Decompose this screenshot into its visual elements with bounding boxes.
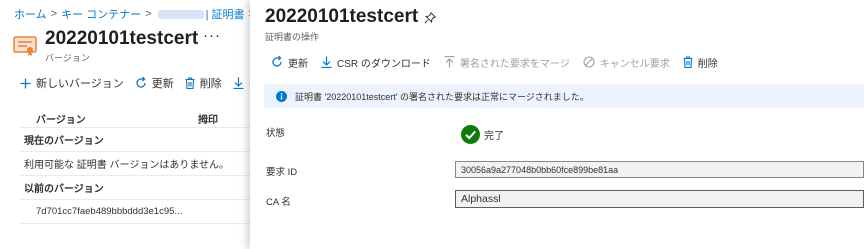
download-icon <box>233 77 244 89</box>
upload-icon <box>444 56 455 68</box>
previous-version-group: 以前のバージョン <box>20 176 250 200</box>
breadcrumb-home[interactable]: ホーム <box>14 6 47 22</box>
breadcrumb-keyvault[interactable]: キー コンテナー <box>61 6 141 22</box>
versions-title: 20220101testcert <box>45 28 199 49</box>
breadcrumb-certificates[interactable]: | 証明書 <box>206 6 245 22</box>
status-label: 状態 <box>266 128 286 139</box>
column-header-version[interactable]: バージョン <box>20 111 170 126</box>
certificate-icon <box>13 36 37 56</box>
refresh-icon <box>272 56 282 67</box>
request-id-field[interactable]: 30056a9a277048b0bb60fce899be81aa <box>455 161 864 178</box>
info-message-bar: 証明書 '20220101testcert' の署名された要求は正常にマージされ… <box>264 84 864 108</box>
versions-subtitle: バージョン <box>45 53 90 63</box>
status-value: 完了 <box>484 131 504 142</box>
refresh-button[interactable]: 更新 <box>135 75 174 91</box>
trash-icon <box>185 77 195 89</box>
new-version-label: 新しいバージョン <box>36 78 124 90</box>
refresh-label: 更新 <box>288 58 308 70</box>
no-current-version-message: 利用可能な 証明書 バージョンはありません。 <box>20 152 250 176</box>
breadcrumb-redacted-vault[interactable] <box>157 9 204 19</box>
ca-name-field[interactable]: Alphassl <box>455 190 864 208</box>
delete-button[interactable]: 削除 <box>683 55 718 70</box>
info-icon <box>276 90 287 102</box>
pin-icon[interactable] <box>424 12 436 24</box>
versions-table: バージョン 拇印 現在のバージョン 利用可能な 証明書 バージョンはありません。… <box>20 110 250 224</box>
status-badge: 完了 <box>461 125 504 144</box>
versions-toolbar: 新しいバージョン 更新 削除 ダ <box>20 74 271 92</box>
breadcrumb: ホーム > キー コンテナー > | 証明書 > <box>14 6 259 22</box>
cancel-request-label: キャンセル要求 <box>599 58 670 70</box>
delete-label: 削除 <box>697 58 718 70</box>
breadcrumb-separator: > <box>50 8 58 20</box>
operation-toolbar: 更新 CSR のダウンロード 署名された要求をマージ キャンセル要求 削除 <box>271 53 731 71</box>
new-version-button[interactable]: 新しいバージョン <box>20 75 124 91</box>
trash-icon <box>683 56 693 68</box>
column-header-thumbprint[interactable]: 拇印 <box>170 111 250 126</box>
breadcrumb-separator: > <box>145 8 152 20</box>
page-title: 20220101testcert <box>265 6 419 27</box>
download-csr-button[interactable]: CSR のダウンロード <box>321 55 431 70</box>
merge-signed-request-label: 署名された要求をマージ <box>459 58 570 70</box>
refresh-label: 更新 <box>151 78 174 90</box>
merge-signed-request-button[interactable]: 署名された要求をマージ <box>444 55 570 70</box>
table-header: バージョン 拇印 <box>20 110 250 128</box>
plus-icon <box>20 78 31 88</box>
ca-name-label: CA 名 <box>266 197 291 208</box>
certificate-operation-blade: 20220101testcert 証明書の操作 更新 CSR のダウンロード 署… <box>250 0 864 249</box>
versions-blade: ホーム > キー コンテナー > | 証明書 > 20220101testcer… <box>0 0 260 249</box>
delete-button[interactable]: 削除 <box>185 75 222 91</box>
success-check-icon <box>461 125 480 144</box>
download-csr-label: CSR のダウンロード <box>337 58 431 70</box>
request-id-label: 要求 ID <box>266 167 298 178</box>
refresh-icon <box>136 77 146 88</box>
current-version-group: 現在のバージョン <box>20 128 250 152</box>
cancel-icon <box>583 56 595 68</box>
info-message-text: 証明書 '20220101testcert' の署名された要求は正常にマージされ… <box>295 91 589 102</box>
refresh-button[interactable]: 更新 <box>271 55 308 70</box>
table-row[interactable]: 7d701cc7faeb489bbbddd3e1c95... <box>20 200 250 224</box>
cancel-request-button[interactable]: キャンセル要求 <box>583 55 670 70</box>
delete-label: 削除 <box>199 78 222 90</box>
download-icon <box>321 56 332 68</box>
page-subtitle: 証明書の操作 <box>265 32 320 42</box>
more-options-button[interactable]: ··· <box>203 27 221 44</box>
